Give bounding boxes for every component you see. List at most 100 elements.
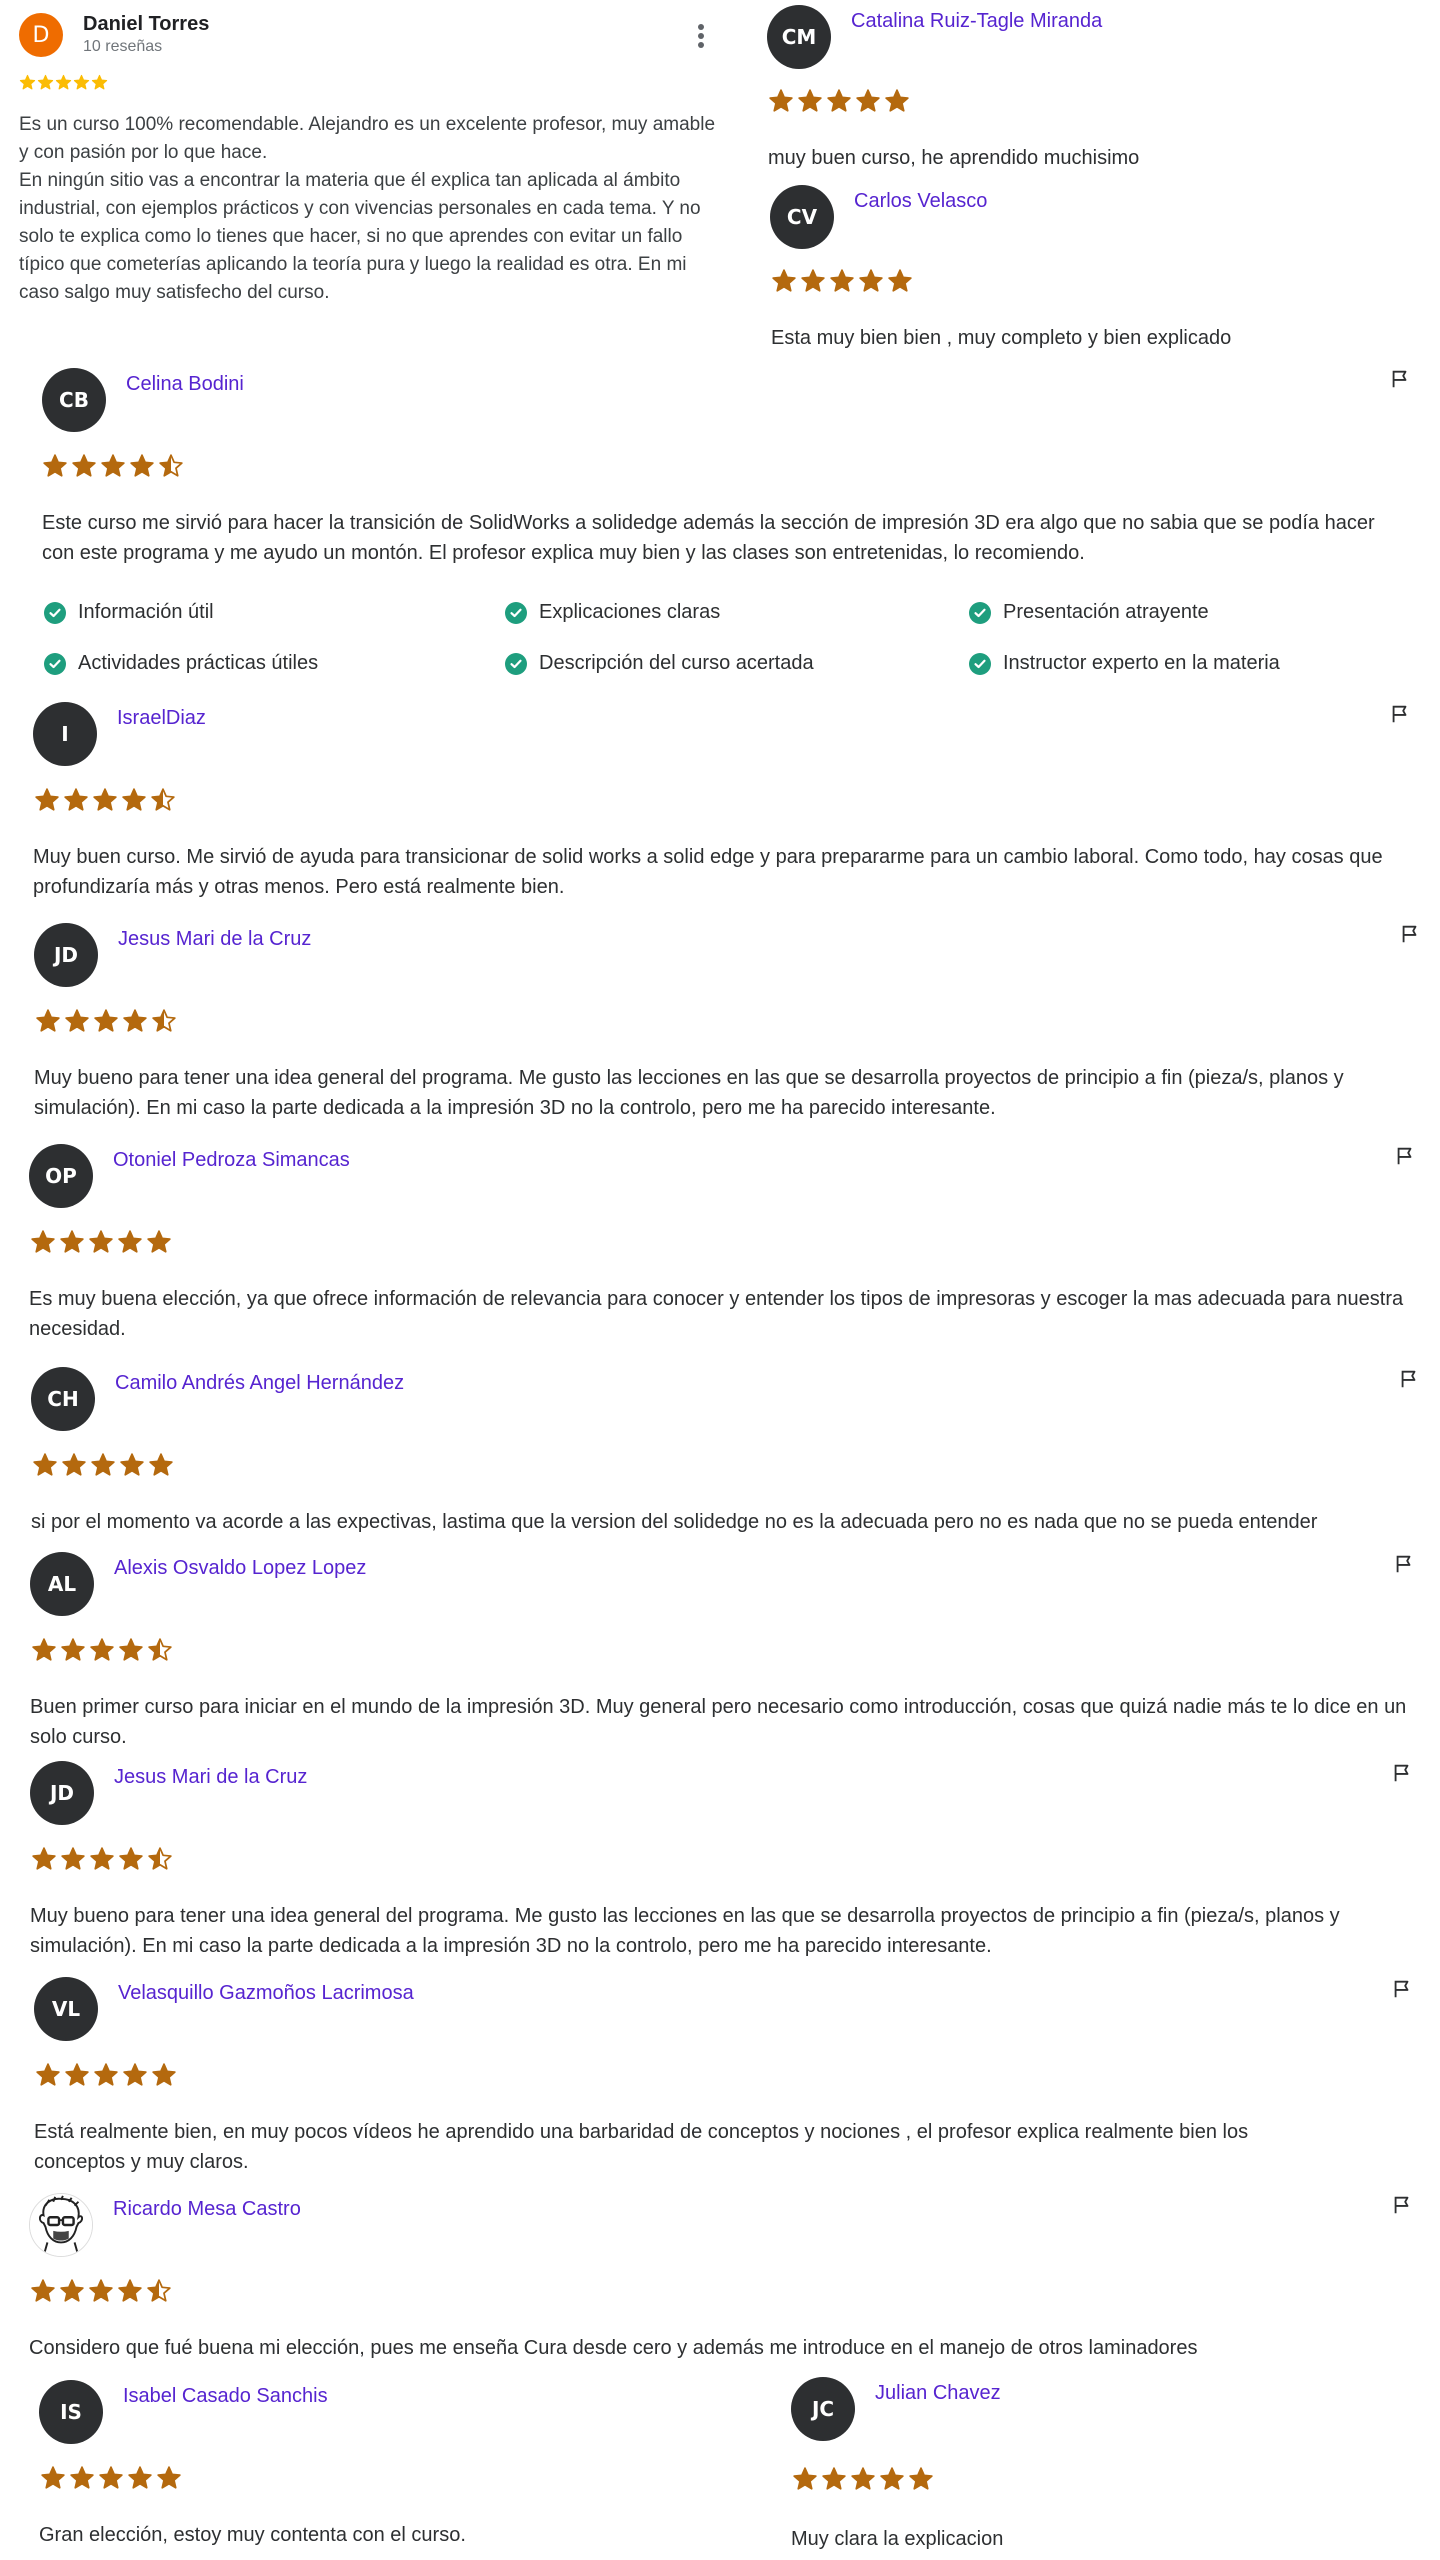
review-text: muy buen curso, he aprendido muchisimo — [768, 147, 1140, 169]
star-rating — [31, 1846, 173, 1872]
check-icon — [969, 601, 991, 624]
reviewer-name[interactable]: Celina Bodini — [126, 373, 244, 396]
reviewer-name[interactable]: Otoniel Pedroza Simancas — [113, 1149, 350, 1172]
review-text: Muy bueno para tener una idea general de… — [30, 1905, 1340, 1957]
report-flag-icon[interactable] — [1394, 1145, 1416, 1167]
star-half-icon — [159, 454, 183, 477]
reviewer-name[interactable]: Catalina Ruiz-Tagle Miranda — [851, 10, 1102, 33]
star-full-icon — [94, 2063, 118, 2086]
star-full-icon — [122, 788, 146, 811]
star-full-icon — [43, 454, 67, 477]
star-full-icon — [149, 1453, 173, 1476]
report-flag-icon[interactable] — [1389, 368, 1411, 390]
review-text: Esta muy bien bien , muy completo y bien… — [771, 327, 1232, 349]
star-full-icon — [31, 2279, 55, 2302]
star-full-icon — [89, 1230, 113, 1253]
review-text: Es muy buena elección, ya que ofrece inf… — [29, 1288, 1404, 1340]
star-full-icon — [90, 1638, 114, 1661]
star-full-icon — [93, 788, 117, 811]
star-full-icon — [41, 2466, 65, 2489]
avatar: IS — [39, 2380, 103, 2444]
reviewer-name[interactable]: Jesus Mari de la Cruz — [114, 1766, 307, 1789]
star-full-icon — [801, 269, 825, 292]
review-text: Es un curso 100% recomendable. Alejandro… — [19, 114, 716, 303]
review-text: Muy buen curso. Me sirvió de ayuda para … — [33, 846, 1383, 898]
avatar: JD — [30, 1761, 94, 1825]
reviewer-name[interactable]: Camilo Andrés Angel Hernández — [115, 1372, 404, 1395]
star-full-icon — [118, 2279, 142, 2302]
tag-item: Actividades prácticas útiles — [44, 652, 318, 675]
star-full-icon — [60, 1230, 84, 1253]
star-full-icon — [90, 1847, 114, 1870]
review-text: Este curso me sirvió para hacer la trans… — [42, 512, 1375, 564]
report-flag-icon[interactable] — [1391, 2194, 1413, 2216]
avatar: VL — [34, 1977, 98, 2041]
more-options-icon[interactable] — [689, 20, 713, 52]
star-full-icon — [61, 1638, 85, 1661]
star-full-icon — [101, 454, 125, 477]
review-count: 10 reseñas — [83, 38, 163, 55]
reviewer-name[interactable]: IsraelDiaz — [117, 707, 206, 730]
report-flag-icon[interactable] — [1391, 1978, 1413, 2000]
star-full-icon — [830, 269, 854, 292]
reviewer-name[interactable]: Isabel Casado Sanchis — [123, 2385, 328, 2408]
tag-item: Información útil — [44, 601, 214, 624]
reviewer-name[interactable]: Velasquillo Gazmoños Lacrimosa — [118, 1982, 414, 2005]
reviewer-name[interactable]: Daniel Torres — [83, 13, 209, 36]
star-full-icon — [37, 74, 54, 90]
review-text: Muy clara la explicacion — [791, 2528, 1004, 2550]
reviewer-avatar: D — [19, 13, 63, 57]
star-full-icon — [856, 89, 880, 112]
star-full-icon — [62, 1453, 86, 1476]
star-rating — [768, 88, 910, 114]
avatar: CH — [31, 1367, 95, 1431]
star-rating — [34, 787, 176, 813]
avatar-photo — [29, 2193, 93, 2257]
tag-item: Presentación atrayente — [969, 601, 1209, 624]
report-flag-icon[interactable] — [1389, 703, 1411, 725]
star-full-icon — [36, 1009, 60, 1032]
check-icon — [44, 652, 66, 675]
reviewer-name[interactable]: Jesus Mari de la Cruz — [118, 928, 311, 951]
report-flag-icon[interactable] — [1391, 1762, 1413, 1784]
reviewer-name[interactable]: Carlos Velasco — [854, 190, 987, 213]
star-rating — [35, 2062, 177, 2088]
profile-sketch-icon — [30, 2194, 92, 2256]
reviewer-name[interactable]: Julian Chavez — [875, 2382, 1001, 2405]
tag-item: Instructor experto en la materia — [969, 652, 1280, 675]
review-text: Muy bueno para tener una idea general de… — [34, 1067, 1344, 1119]
star-half-icon — [151, 788, 175, 811]
star-full-icon — [888, 269, 912, 292]
star-full-icon — [793, 2467, 817, 2490]
review-text: Considero que fué buena mi elección, pue… — [29, 2337, 1198, 2359]
star-full-icon — [91, 74, 108, 90]
reviewer-name[interactable]: Alexis Osvaldo Lopez Lopez — [114, 1557, 366, 1580]
star-full-icon — [36, 2063, 60, 2086]
check-icon — [44, 601, 66, 624]
star-full-icon — [880, 2467, 904, 2490]
star-rating — [42, 453, 184, 479]
star-full-icon — [65, 2063, 89, 2086]
star-rating — [792, 2466, 934, 2492]
star-full-icon — [157, 2466, 181, 2489]
star-rating — [30, 2278, 172, 2304]
reviewer-name[interactable]: Ricardo Mesa Castro — [113, 2198, 301, 2221]
star-full-icon — [33, 1453, 57, 1476]
review-text: si por el momento va acorde a las expect… — [31, 1511, 1318, 1533]
star-full-icon — [19, 74, 36, 90]
avatar: CB — [42, 368, 106, 432]
star-full-icon — [119, 1847, 143, 1870]
avatar: JD — [34, 923, 98, 987]
star-full-icon — [64, 788, 88, 811]
report-flag-icon[interactable] — [1398, 1368, 1420, 1390]
report-flag-icon[interactable] — [1393, 1553, 1415, 1575]
avatar: CM — [767, 5, 831, 69]
check-icon — [505, 652, 527, 675]
star-full-icon — [60, 2279, 84, 2302]
star-full-icon — [120, 1453, 144, 1476]
star-full-icon — [73, 74, 90, 90]
star-full-icon — [70, 2466, 94, 2489]
review-text: Gran elección, estoy muy contenta con el… — [39, 2524, 466, 2546]
report-flag-icon[interactable] — [1399, 923, 1421, 945]
star-full-icon — [94, 1009, 118, 1032]
